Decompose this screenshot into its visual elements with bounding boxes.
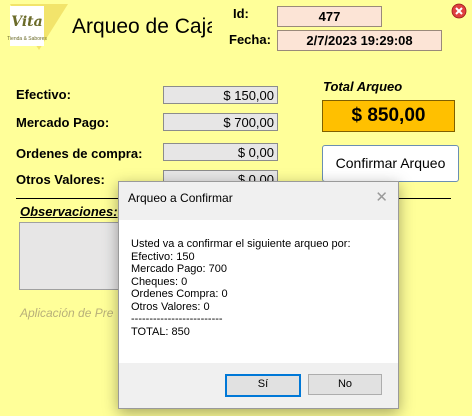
total-label: Total Arqueo: [323, 79, 403, 94]
efectivo-field[interactable]: $ 150,00: [163, 86, 278, 104]
confirm-dialog: Arqueo a Confirmar ✕ Usted va a confirma…: [118, 181, 399, 409]
footer-text: Aplicación de Pre: [20, 306, 114, 320]
dialog-close-icon[interactable]: ✕: [375, 188, 388, 206]
mercado-pago-field[interactable]: $ 700,00: [163, 113, 278, 131]
dialog-title: Arqueo a Confirmar: [128, 191, 233, 205]
observaciones-textarea[interactable]: [19, 222, 131, 290]
mercado-pago-label: Mercado Pago:: [16, 115, 110, 130]
efectivo-label: Efectivo:: [16, 87, 71, 102]
ordenes-label: Ordenes de compra:: [16, 146, 143, 161]
id-value: 477: [277, 6, 382, 27]
ordenes-field[interactable]: $ 0,00: [163, 143, 278, 161]
app-logo: Vita Tienda & Sabores: [4, 2, 70, 52]
fecha-label: Fecha:: [229, 32, 271, 47]
yes-button[interactable]: Sí: [225, 374, 301, 397]
confirm-button[interactable]: Confirmar Arqueo: [322, 145, 459, 182]
dialog-message: Usted va a confirmar el siguiente arqueo…: [131, 238, 351, 338]
logo-subtext: Tienda & Sabores: [7, 36, 47, 42]
observaciones-label: Observaciones:: [20, 204, 118, 219]
total-value: $ 850,00: [322, 100, 455, 132]
page-title: Arqueo de Caja: [72, 15, 212, 38]
fecha-value: 2/7/2023 19:29:08: [277, 30, 442, 51]
id-label: Id:: [233, 6, 249, 21]
otros-valores-label: Otros Valores:: [16, 172, 105, 187]
logo-text: Vita: [11, 14, 42, 30]
dialog-body: Usted va a confirmar el siguiente arqueo…: [119, 220, 398, 363]
no-button[interactable]: No: [308, 374, 382, 395]
close-icon[interactable]: [451, 3, 467, 19]
